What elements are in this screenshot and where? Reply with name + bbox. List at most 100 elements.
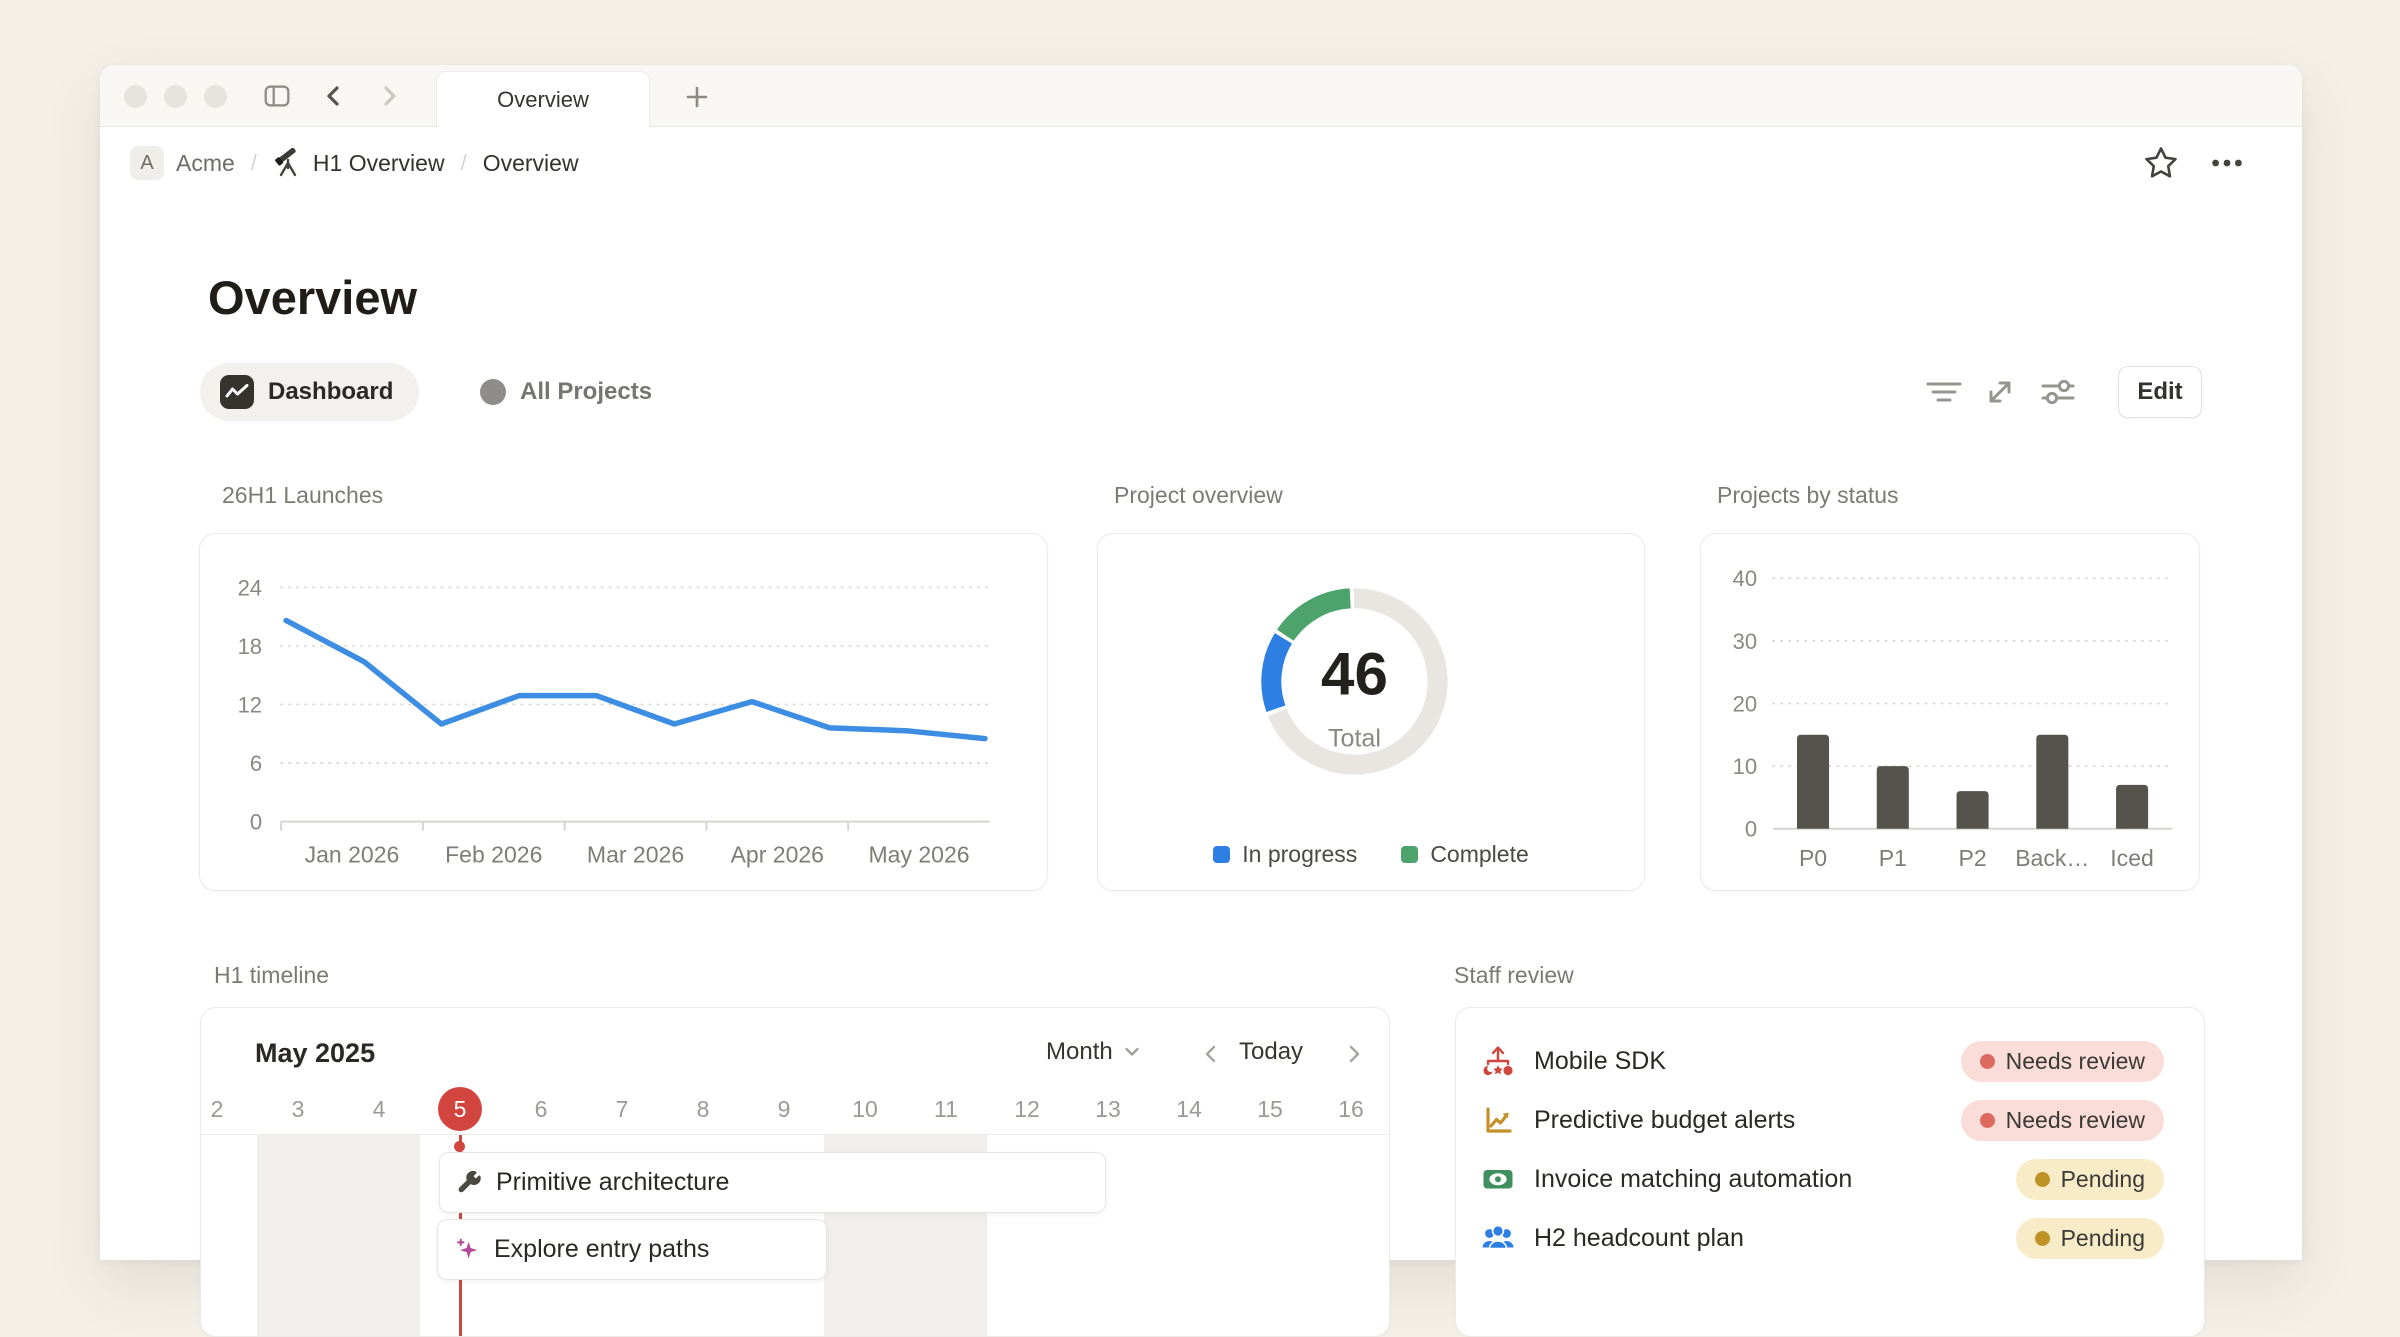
view-tab-dashboard-label: Dashboard <box>268 378 393 406</box>
donut-total-label: Total <box>1328 725 1381 753</box>
svg-text:30: 30 <box>1733 629 1758 654</box>
project-overview-card: 46 Total In progress Complete <box>1097 533 1645 891</box>
more-options-icon[interactable] <box>2208 144 2246 182</box>
close-window-button[interactable] <box>124 85 147 108</box>
timeline-view-selector[interactable]: Month <box>1046 1038 1141 1066</box>
new-tab-icon[interactable] <box>681 81 713 113</box>
expand-icon[interactable] <box>1978 370 2022 414</box>
legend-item: Complete <box>1401 841 1528 868</box>
svg-text:0: 0 <box>250 810 262 835</box>
calendar-day[interactable]: 15 <box>1245 1086 1295 1132</box>
next-period-icon[interactable] <box>1339 1038 1369 1070</box>
staff-item-label: Invoice matching automation <box>1534 1165 2016 1194</box>
staff-review-row[interactable]: Predictive budget alertsNeeds review <box>1456 1095 2204 1145</box>
workspace-badge[interactable]: A <box>130 146 164 180</box>
timeline-task[interactable]: Primitive architecture <box>439 1152 1106 1213</box>
svg-text:0: 0 <box>1745 817 1757 842</box>
telescope-icon <box>273 148 303 178</box>
status-label: Pending <box>2061 1225 2145 1252</box>
calendar-day[interactable]: 9 <box>759 1086 809 1132</box>
banknote-green-icon <box>1480 1161 1516 1197</box>
status-dot-icon <box>1980 1113 1995 1128</box>
dashboard-chart-icon <box>220 375 254 409</box>
hierarchy-red-icon <box>1480 1043 1516 1079</box>
breadcrumb: A Acme / H1 Overview / Overview <box>100 127 2302 199</box>
breadcrumb-page[interactable]: Overview <box>483 150 579 177</box>
task-label: Primitive architecture <box>496 1168 729 1197</box>
svg-text:10: 10 <box>1733 754 1758 779</box>
status-badge[interactable]: Pending <box>2016 1159 2164 1200</box>
tab-overview[interactable]: Overview <box>436 71 650 128</box>
calendar-day[interactable]: 14 <box>1164 1086 1214 1132</box>
breadcrumb-space[interactable]: H1 Overview <box>313 150 445 177</box>
wrench-icon <box>456 1169 483 1196</box>
calendar-day[interactable]: 3 <box>273 1086 323 1132</box>
minimize-window-button[interactable] <box>164 85 187 108</box>
back-icon[interactable] <box>318 80 350 112</box>
today-button[interactable]: Today <box>1239 1038 1303 1066</box>
weekend-shading <box>257 1135 420 1336</box>
calendar-day[interactable]: 16 <box>1326 1086 1376 1132</box>
legend-label: In progress <box>1242 841 1357 868</box>
prev-period-icon[interactable] <box>1196 1038 1226 1070</box>
sparkles-icon <box>454 1236 481 1263</box>
svg-text:Iced: Iced <box>2110 845 2154 871</box>
svg-text:18: 18 <box>238 634 262 659</box>
legend-item: In progress <box>1213 841 1357 868</box>
calendar-days-row: 23456789 10 11 12 13 14 15 16 <box>201 1086 1389 1132</box>
calendar-day[interactable]: 8 <box>678 1086 728 1132</box>
projects-by-status-card-title: Projects by status <box>1717 482 1899 509</box>
calendar-day-selected[interactable]: 5 <box>438 1087 482 1131</box>
svg-text:Jan 2026: Jan 2026 <box>305 842 400 868</box>
staff-review-row[interactable]: Invoice matching automationPending <box>1456 1154 2204 1204</box>
staff-item-label: Predictive budget alerts <box>1534 1106 1961 1135</box>
staff-item-label: H2 headcount plan <box>1534 1224 2016 1253</box>
staff-review-row[interactable]: Mobile SDK Needs review <box>1456 1036 2204 1086</box>
status-badge[interactable]: Pending <box>2016 1218 2164 1259</box>
view-tab-dashboard[interactable]: Dashboard <box>200 363 419 421</box>
svg-text:P2: P2 <box>1958 845 1986 871</box>
calendar-day[interactable]: 6 <box>516 1086 566 1132</box>
staff-review-card: Mobile SDKNeeds reviewPredictive budget … <box>1455 1007 2205 1337</box>
calendar-day[interactable]: 2 <box>200 1086 242 1132</box>
launches-line-chart: 06121824Jan 2026Feb 2026Mar 2026Apr 2026… <box>200 534 1047 890</box>
edit-button[interactable]: Edit <box>2118 366 2202 418</box>
forward-icon[interactable] <box>373 80 405 112</box>
timeline-body: Primitive architecture Explore entry pat… <box>201 1135 1389 1336</box>
calendar-day[interactable]: 12 <box>1002 1086 1052 1132</box>
status-label: Needs review <box>2006 1048 2145 1075</box>
staff-review-row[interactable]: H2 headcount plan Pending <box>1456 1213 2204 1263</box>
today-marker-pin <box>454 1141 465 1152</box>
view-tab-all-projects-label: All Projects <box>520 378 652 406</box>
trend-gold-icon <box>1480 1102 1516 1138</box>
staff-item-label: Mobile SDK <box>1534 1047 1961 1076</box>
status-badge[interactable]: Needs review <box>1961 1041 2164 1082</box>
sidebar-toggle-icon[interactable] <box>261 80 293 112</box>
favorite-star-icon[interactable] <box>2142 144 2180 182</box>
breadcrumb-separator: / <box>251 150 257 176</box>
svg-text:40: 40 <box>1733 566 1758 591</box>
calendar-day[interactable]: 7 <box>597 1086 647 1132</box>
calendar-day[interactable]: 4 <box>354 1086 404 1132</box>
staff-section-title: Staff review <box>1454 962 1574 989</box>
filter-icon[interactable] <box>1922 370 1966 414</box>
donut-total-value: 46 <box>1321 640 1388 707</box>
project-overview-donut-chart: 46 Total <box>1098 534 1644 890</box>
calendar-day[interactable]: 11 <box>921 1086 971 1132</box>
svg-text:P1: P1 <box>1879 845 1907 871</box>
zoom-window-button[interactable] <box>204 85 227 108</box>
calendar-day[interactable]: 10 <box>840 1086 890 1132</box>
status-dot-icon <box>2035 1172 2050 1187</box>
window-tab-bar: Overview <box>100 65 2302 127</box>
breadcrumb-workspace[interactable]: Acme <box>176 150 235 177</box>
app-window: Overview A Acme / H1 Overview / Overview <box>100 65 2302 1260</box>
calendar-day[interactable]: 13 <box>1083 1086 1133 1132</box>
timeline-task[interactable]: Explore entry paths <box>437 1219 827 1280</box>
view-tab-all-projects[interactable]: All Projects <box>470 363 662 421</box>
tab-overview-label: Overview <box>497 87 589 113</box>
timeline-month-label: May 2025 <box>255 1038 375 1069</box>
status-bar-chart: 010203040P0P1P2Back…Iced <box>1701 534 2199 890</box>
svg-text:Feb 2026: Feb 2026 <box>445 842 542 868</box>
status-badge[interactable]: Needs review <box>1961 1100 2164 1141</box>
settings-sliders-icon[interactable] <box>2036 370 2080 414</box>
